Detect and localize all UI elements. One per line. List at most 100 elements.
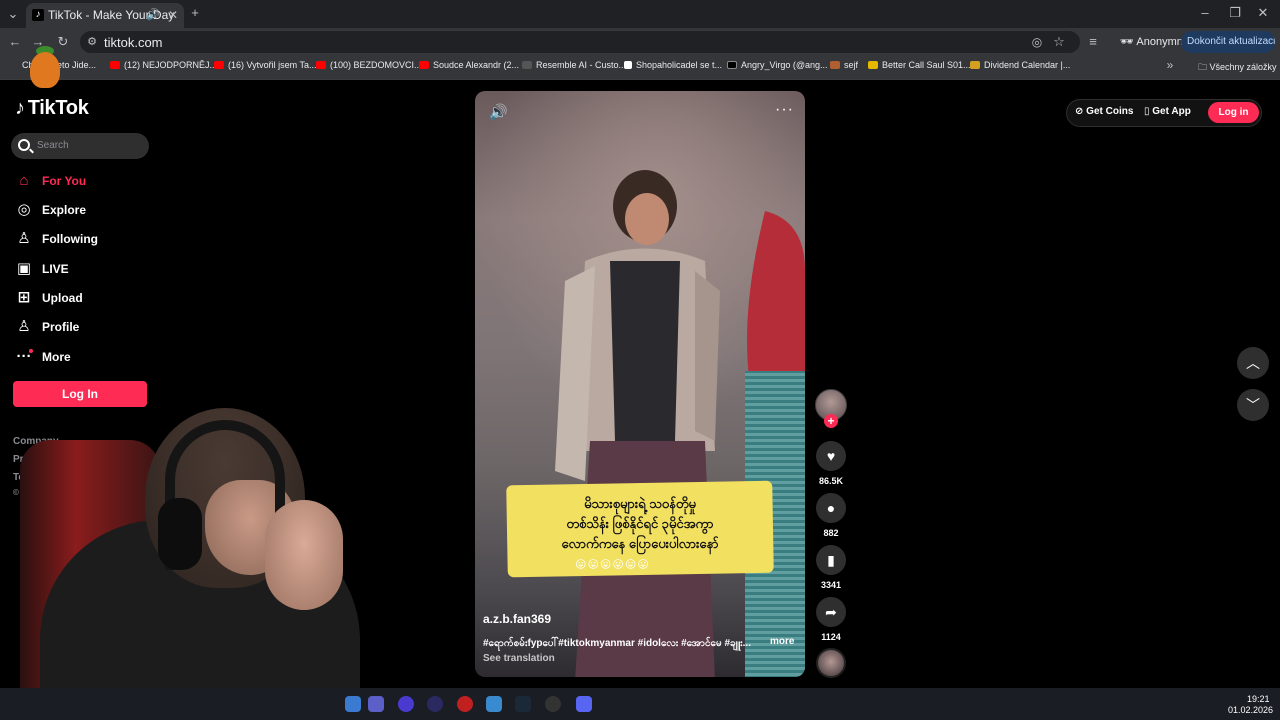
bookmark-label: Dividend Calendar |... xyxy=(984,60,1071,70)
bookmark-label: Shopaholicadel se t... xyxy=(636,60,723,70)
app-icon[interactable] xyxy=(345,696,361,712)
chevron-up-icon: ︿ xyxy=(1246,355,1260,371)
bookmark-label: Soudce Alexandr (2... xyxy=(433,60,520,70)
bookmark-item[interactable]: Shopaholicadel se t... xyxy=(624,60,722,70)
nav-label: For You xyxy=(42,174,87,188)
clock-date[interactable]: 01.02.2026 xyxy=(1228,705,1273,715)
bookmark-item[interactable]: Resemble AI - Custo... xyxy=(522,60,626,70)
get-coins-button[interactable]: ⊘ Get Coins xyxy=(1075,106,1133,117)
record-icon[interactable] xyxy=(457,696,473,712)
tab-list-icon[interactable]: ⌄ xyxy=(6,6,20,22)
back-icon[interactable]: ← xyxy=(8,34,22,49)
see-translation-link[interactable]: See translation xyxy=(483,653,555,664)
heart-icon: ♥ xyxy=(826,448,836,464)
browser-tab[interactable]: ♪ TikTok - Make Your Day 🔊 ✕ xyxy=(26,3,184,28)
caption-line: တစ်သိန်း ဖြစ်နိုင်ရင် ၃မိုင်အကွာ xyxy=(566,516,714,531)
bookmark-item[interactable]: (100) BEZDOMOVCI... xyxy=(316,60,422,70)
bookmark-item[interactable]: Angry_Virgo (@ang... xyxy=(727,60,828,70)
description-more-button[interactable]: more xyxy=(770,636,794,647)
headset-earcup xyxy=(158,498,202,570)
bookmark-item[interactable]: Soudce Alexandr (2... xyxy=(419,60,519,70)
search-icon xyxy=(18,139,30,151)
bookmark-item[interactable]: Dividend Calendar |... xyxy=(970,60,1070,70)
update-label: Dokončit aktualizaci xyxy=(1187,36,1275,47)
comment-count: 882 xyxy=(823,528,839,538)
url-text[interactable]: tiktok.com xyxy=(104,35,163,50)
youtube-icon xyxy=(419,61,429,69)
tiktok-favicon-icon: ♪ xyxy=(32,9,44,21)
app-icon[interactable] xyxy=(398,696,414,712)
tiktok-logo[interactable]: ♪ TikTok xyxy=(15,97,89,120)
share-button[interactable]: ➦ xyxy=(816,597,846,627)
get-app-button[interactable]: ▯ Get App xyxy=(1144,106,1191,117)
logo-text: TikTok xyxy=(27,97,89,119)
incognito-icon: 🕶 xyxy=(1120,36,1137,48)
bookmark-item[interactable]: Better Call Saul S01... xyxy=(868,60,971,70)
following-icon: ♙ xyxy=(17,230,31,247)
site-info-icon[interactable]: ⚙ xyxy=(86,35,98,48)
sidebar-login-button[interactable]: Log In xyxy=(13,381,147,407)
comment-button[interactable]: ● xyxy=(816,493,846,523)
bookmark-star-icon[interactable]: ☆ xyxy=(1052,34,1066,50)
nav-label: More xyxy=(42,350,71,364)
search-input[interactable] xyxy=(11,133,149,159)
get-coins-label: Get Coins xyxy=(1086,106,1134,117)
share-count: 1124 xyxy=(821,632,841,642)
top-login-button[interactable]: Log in xyxy=(1208,102,1259,123)
bookmark-icon: ▮ xyxy=(827,552,835,568)
like-button[interactable]: ♥ xyxy=(816,441,846,471)
tiktok-logo-icon: ♪ xyxy=(15,97,25,119)
media-controls-icon[interactable]: ≡ xyxy=(1086,34,1100,49)
bookmark-item[interactable]: sejf xyxy=(830,60,858,70)
tiktok-icon xyxy=(727,61,737,69)
new-tab-icon[interactable]: + xyxy=(188,5,202,20)
minimize-icon[interactable]: – xyxy=(1198,5,1212,20)
address-bar[interactable] xyxy=(80,31,1080,53)
discord-icon[interactable] xyxy=(576,696,592,712)
save-button[interactable]: ▮ xyxy=(816,545,846,575)
close-window-icon[interactable]: ✕ xyxy=(1256,5,1270,21)
eye-off-icon[interactable]: ◎ xyxy=(1030,35,1044,49)
bookmark-label: (12) NEJODPORNĚJ... xyxy=(124,60,218,70)
profile-icon: ♙ xyxy=(17,318,31,335)
next-video-button[interactable]: ﹀ xyxy=(1237,389,1269,421)
comment-icon: ● xyxy=(826,500,836,516)
bookmarks-overflow-icon[interactable]: » xyxy=(1163,58,1177,72)
steam-icon[interactable] xyxy=(515,696,531,712)
app-icon[interactable] xyxy=(427,696,443,712)
update-button[interactable]: Dokončit aktualizaci ⋮ xyxy=(1181,31,1275,53)
notes-icon[interactable] xyxy=(486,696,502,712)
nav-label: LIVE xyxy=(42,262,69,276)
previous-video-button[interactable]: ︿ xyxy=(1237,347,1269,379)
bookmark-item[interactable]: (12) NEJODPORNĚJ... xyxy=(110,60,217,70)
music-disc[interactable] xyxy=(816,648,846,678)
tab-audio-icon[interactable]: 🔊 xyxy=(146,3,160,28)
tab-close-icon[interactable]: ✕ xyxy=(168,3,178,28)
nav-label: Profile xyxy=(42,320,80,334)
caption-line: လောက်ကနေ ပြောပေးပါလားနော် xyxy=(561,536,719,551)
video-player[interactable]: မိသားစုများရဲ့ သဝန်တိုမှု တစ်သိန်း ဖြစ်န… xyxy=(475,91,805,677)
streamer-hand xyxy=(265,500,343,610)
reload-icon[interactable]: ↻ xyxy=(56,34,70,50)
nav-label: Upload xyxy=(42,291,83,305)
save-count: 3341 xyxy=(820,580,842,590)
all-bookmarks-label: Všechny záložky xyxy=(1209,62,1277,72)
follow-plus-icon[interactable]: + xyxy=(824,414,838,428)
video-options-icon[interactable]: ··· xyxy=(775,101,794,119)
all-bookmarks[interactable]: 🗀 Všechny záložky xyxy=(1198,60,1277,76)
video-performer xyxy=(555,170,720,677)
bookmark-label: Better Call Saul S01... xyxy=(882,60,971,70)
bookmark-item[interactable]: (16) Vytvořil jsem Ta... xyxy=(214,60,317,70)
chevron-down-icon: ﹀ xyxy=(1246,397,1260,413)
maximize-icon[interactable]: ❐ xyxy=(1228,5,1242,21)
bookmark-label: (16) Vytvořil jsem Ta... xyxy=(228,60,317,70)
resemble-icon xyxy=(522,61,532,69)
video-author[interactable]: a.z.b.fan369 xyxy=(483,612,551,626)
volume-icon[interactable]: 🔊 xyxy=(489,103,508,121)
like-count: 86.5K xyxy=(818,476,844,486)
video-dancer xyxy=(745,211,805,677)
live-icon: ▣ xyxy=(16,260,32,277)
teams-icon[interactable] xyxy=(368,696,384,712)
app-icon[interactable] xyxy=(545,696,561,712)
clock-time[interactable]: 19:21 xyxy=(1247,694,1270,704)
